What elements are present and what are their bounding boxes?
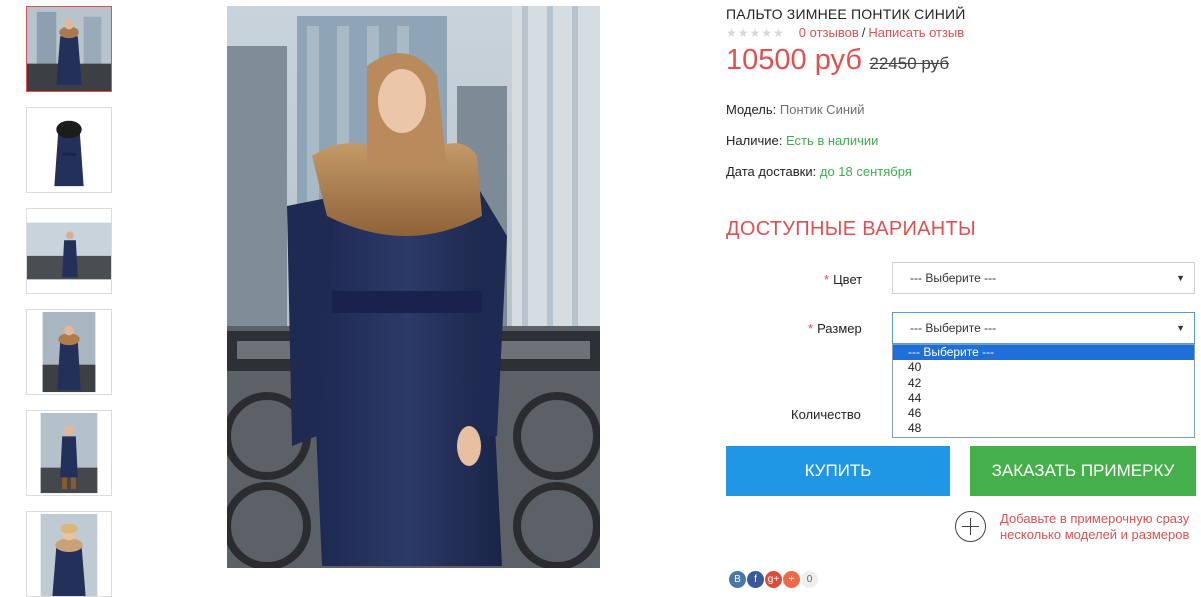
more-share-icon[interactable]: + — [783, 571, 800, 588]
fitting-note: Добавьте в примерочную сразу несколько м… — [1000, 511, 1190, 542]
color-label-text: Цвет — [833, 272, 863, 287]
size-dropdown-list: --- Выберите --- 40 42 44 46 48 — [892, 344, 1195, 438]
color-label: * Цвет — [824, 272, 862, 287]
thumbnail-3[interactable] — [26, 208, 112, 294]
model-row: Модель: Понтик Синий — [726, 102, 865, 117]
price-old: 22450 руб — [869, 54, 950, 73]
stock-row: Наличие: Есть в наличии — [726, 133, 878, 148]
color-select-value: --- Выберите --- — [910, 271, 997, 285]
main-product-image[interactable] — [227, 6, 600, 568]
buy-button[interactable]: КУПИТЬ — [726, 446, 950, 496]
order-fitting-button[interactable]: ЗАКАЗАТЬ ПРИМЕРКУ — [970, 446, 1196, 496]
vk-share-icon[interactable]: B — [729, 571, 746, 588]
facebook-share-icon[interactable]: f — [747, 571, 764, 588]
delivery-row: Дата доставки: до 18 сентября — [726, 164, 912, 179]
reviews-link[interactable]: 0 отзывов — [799, 25, 859, 40]
color-select[interactable]: --- Выберите --- ▼ — [892, 262, 1195, 294]
size-option[interactable]: 46 — [893, 406, 1194, 421]
stock-value: Есть в наличии — [785, 133, 879, 148]
size-label: * Размер — [808, 321, 862, 336]
price-row: 10500 руб 22450 руб — [726, 44, 949, 77]
rating-separator: / — [861, 25, 866, 40]
thumbnail-1[interactable] — [26, 6, 112, 92]
add-to-fitting-icon[interactable] — [955, 511, 986, 542]
required-mark: * — [808, 321, 814, 336]
thumbnail-image — [27, 512, 111, 596]
rating-row: ★★★★★ 0 отзывов / Написать отзыв — [726, 25, 964, 40]
chevron-down-icon: ▼ — [1176, 273, 1185, 283]
required-mark: * — [824, 272, 830, 287]
delivery-value: до 18 сентября — [819, 164, 912, 179]
write-review-link[interactable]: Написать отзыв — [868, 25, 964, 40]
rating-stars-icon: ★★★★★ — [726, 26, 785, 40]
thumbnail-6[interactable] — [26, 511, 112, 597]
thumbnail-image — [27, 209, 111, 293]
stock-label: Наличие: — [726, 133, 783, 148]
size-select-value: --- Выберите --- — [910, 321, 997, 335]
price-current: 10500 руб — [726, 44, 862, 76]
chevron-down-icon: ▼ — [1176, 323, 1185, 333]
model-label: Модель: — [726, 102, 777, 117]
model-value: Понтик Синий — [779, 102, 865, 117]
share-count: 0 — [801, 571, 818, 588]
thumbnail-4[interactable] — [26, 309, 112, 395]
product-photo — [227, 6, 600, 568]
google-plus-share-icon[interactable]: g+ — [765, 571, 782, 588]
size-option[interactable]: 40 — [893, 360, 1194, 375]
size-select[interactable]: --- Выберите --- ▼ — [892, 312, 1195, 344]
size-option[interactable]: --- Выберите --- — [893, 345, 1194, 361]
thumbnail-image — [27, 411, 111, 495]
size-option[interactable]: 44 — [893, 391, 1194, 406]
product-title: ПАЛЬТО ЗИМНЕЕ ПОНТИК СИНИЙ — [726, 6, 966, 22]
size-label-text: Размер — [817, 321, 862, 336]
thumbnail-2[interactable] — [26, 107, 112, 193]
quantity-label: Количество — [791, 407, 861, 422]
thumbnail-image — [27, 108, 111, 192]
size-option[interactable]: 42 — [893, 376, 1194, 391]
size-option[interactable]: 48 — [893, 421, 1194, 436]
thumbnail-image — [27, 7, 111, 91]
thumbnail-5[interactable] — [26, 410, 112, 496]
thumbnail-image — [27, 310, 111, 394]
options-section-title: ДОСТУПНЫЕ ВАРИАНТЫ — [726, 218, 977, 240]
delivery-label: Дата доставки: — [726, 164, 817, 179]
